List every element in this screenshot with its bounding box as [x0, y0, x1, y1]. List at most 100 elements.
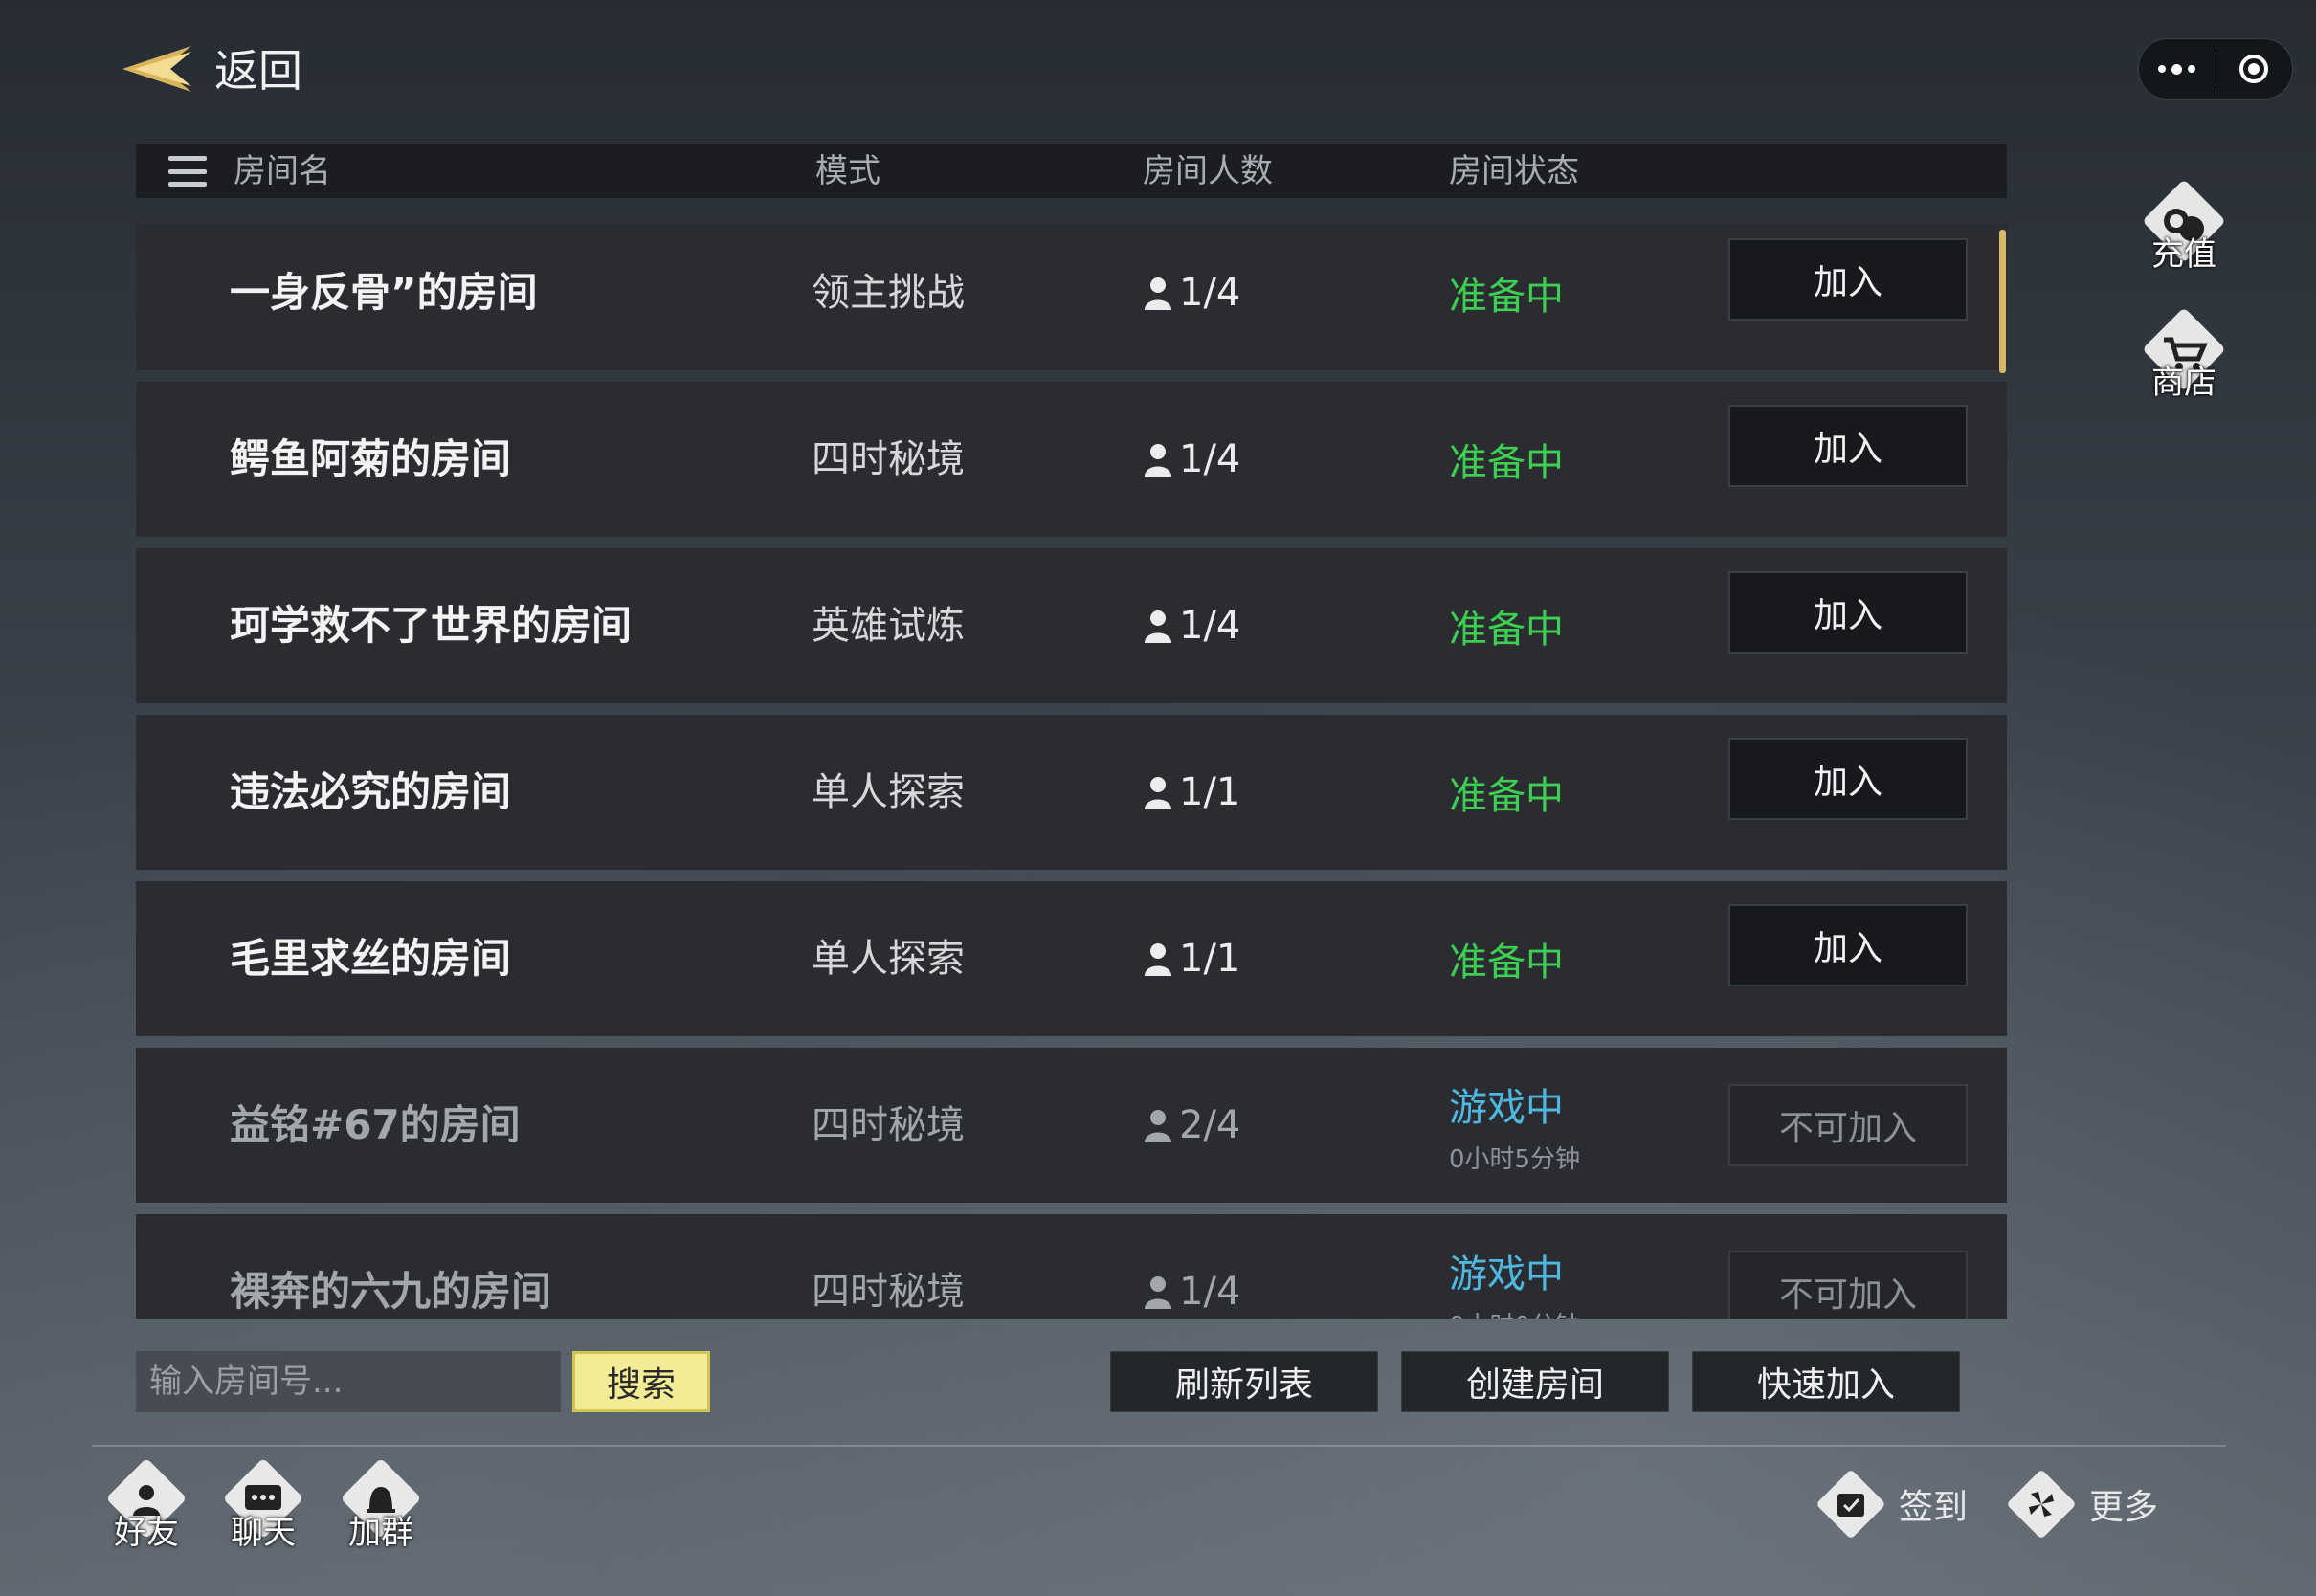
back-button[interactable]: 返回 [115, 36, 302, 100]
header-room-name: 房间名 [234, 152, 331, 190]
person-icon [1143, 775, 1173, 809]
join-button[interactable]: 加入 [1728, 405, 1968, 487]
pinwheel-icon [2016, 1479, 2066, 1529]
room-status: 准备中 [1449, 715, 1564, 870]
refresh-list-button[interactable]: 刷新列表 [1110, 1351, 1378, 1412]
shop-label: 商店 [2151, 364, 2216, 402]
header-mode: 模式 [815, 152, 880, 190]
player-count-value: 1/4 [1179, 437, 1241, 481]
friends-label: 好友 [114, 1514, 179, 1552]
join-button[interactable]: 加入 [1728, 238, 1968, 321]
back-label: 返回 [214, 45, 302, 97]
chat-button[interactable]: 聊天 [211, 1457, 316, 1553]
more-dots-icon [2158, 63, 2196, 75]
more-options-button[interactable] [2139, 39, 2216, 99]
unavailable-button[interactable]: 不可加入 [1728, 1084, 1968, 1166]
room-table-header: 房间名 模式 房间人数 房间状态 [136, 144, 2007, 198]
room-list[interactable]: 一身反骨”的房间 领主挑战 1/4 准备中 加入 鳄鱼阿菊的房间 四时秘境 1/4 准备中 加入珂… [136, 224, 2007, 1319]
status-text: 准备中 [1449, 441, 1564, 485]
room-row: 鳄鱼阿菊的房间 四时秘境 1/4 准备中 加入 [136, 382, 2007, 537]
create-room-button[interactable]: 创建房间 [1401, 1351, 1669, 1412]
elapsed-time: 0小时0分钟 [1449, 1306, 1580, 1319]
more-button[interactable]: 更多 [2006, 1469, 2159, 1540]
status-text: 准备中 [1449, 941, 1564, 985]
quick-join-button[interactable]: 快速加入 [1692, 1351, 1960, 1412]
room-player-count: 1/4 [1143, 382, 1240, 537]
join-button[interactable]: 加入 [1728, 571, 1968, 654]
menu-icon[interactable] [168, 156, 207, 187]
more-diamond [2006, 1469, 2077, 1540]
room-status: 准备中 [1449, 224, 1564, 370]
room-row: 珂学救不了世界的房间 英雄试炼 1/4 准备中 加入 [136, 548, 2007, 703]
room-player-count: 1/4 [1143, 1214, 1240, 1319]
person-icon [1143, 276, 1173, 310]
room-status: 准备中 [1449, 548, 1564, 703]
list-scrollbar[interactable] [1999, 230, 2006, 373]
room-name: 毛里求丝的房间 [230, 935, 512, 982]
room-mode: 四时秘境 [812, 437, 965, 481]
checkin-diamond [1815, 1469, 1886, 1540]
friends-button[interactable]: 好友 [94, 1457, 199, 1553]
room-row: 违法必究的房间 单人探索 1/1 准备中 加入 [136, 715, 2007, 870]
player-count-value: 1/4 [1179, 271, 1241, 315]
room-row: 毛里求丝的房间 单人探索 1/1 准备中 加入 [136, 881, 2007, 1036]
room-name: 裸奔的六九的房间 [230, 1268, 552, 1315]
checkin-label: 签到 [1899, 1488, 1969, 1527]
room-name: 违法必究的房间 [230, 768, 512, 815]
room-player-count: 2/4 [1143, 1048, 1240, 1203]
close-miniapp-button[interactable] [2216, 39, 2293, 99]
person-icon [1143, 942, 1173, 976]
elapsed-time: 0小时5分钟 [1449, 1144, 1581, 1174]
back-arrow-icon [122, 46, 191, 92]
room-status: 准备中 [1449, 382, 1564, 537]
join-group-button[interactable]: 加群 [328, 1457, 434, 1553]
recharge-label: 充值 [2151, 235, 2216, 274]
player-count-value: 2/4 [1179, 1103, 1241, 1147]
search-button[interactable]: 搜索 [572, 1351, 710, 1412]
room-row: 一身反骨”的房间 领主挑战 1/4 准备中 加入 [136, 224, 2007, 370]
player-count-value: 1/1 [1179, 937, 1241, 981]
room-row: 裸奔的六九的房间 四时秘境 1/4 游戏中 0小时0分钟 不可加入 [136, 1214, 2007, 1319]
player-count-value: 1/4 [1179, 604, 1241, 648]
chat-label: 聊天 [231, 1514, 296, 1552]
shop-button[interactable]: 商店 [2136, 307, 2232, 403]
person-icon [1143, 609, 1173, 643]
calendar-check-icon [1826, 1479, 1876, 1529]
header-status: 房间状态 [1449, 152, 1579, 190]
room-mode: 四时秘境 [812, 1270, 965, 1314]
person-icon [1143, 1108, 1173, 1142]
room-mode: 单人探索 [812, 770, 965, 814]
room-row: 益铭#67的房间 四时秘境 2/4 游戏中 0小时5分钟 不可加入 [136, 1048, 2007, 1203]
status-text: 准备中 [1449, 275, 1564, 319]
room-status: 游戏中 0小时0分钟 [1449, 1214, 1580, 1319]
room-name: 鳄鱼阿菊的房间 [230, 435, 512, 482]
status-text: 准备中 [1449, 774, 1564, 818]
room-number-input[interactable] [136, 1351, 561, 1412]
status-text: 游戏中 [1449, 1085, 1564, 1130]
room-status: 准备中 [1449, 881, 1564, 1036]
room-name: 一身反骨”的房间 [230, 269, 538, 316]
room-name: 益铭#67的房间 [230, 1101, 521, 1148]
room-player-count: 1/4 [1143, 224, 1240, 370]
status-text: 准备中 [1449, 608, 1564, 652]
room-mode: 英雄试炼 [812, 604, 965, 648]
bottom-divider [92, 1445, 2226, 1447]
room-player-count: 1/1 [1143, 715, 1240, 870]
miniapp-capsule [2138, 38, 2293, 100]
join-button[interactable]: 加入 [1728, 904, 1968, 986]
recharge-button[interactable]: 充值 [2136, 179, 2232, 275]
more-label: 更多 [2089, 1488, 2159, 1527]
player-count-value: 1/1 [1179, 770, 1241, 814]
checkin-button[interactable]: 签到 [1815, 1469, 1969, 1540]
person-icon [1143, 442, 1173, 477]
room-status: 游戏中 0小时5分钟 [1449, 1048, 1580, 1203]
room-mode: 领主挑战 [812, 271, 965, 315]
unavailable-button[interactable]: 不可加入 [1728, 1251, 1968, 1319]
header-count: 房间人数 [1143, 152, 1273, 190]
target-icon [2239, 55, 2269, 83]
status-text: 游戏中 [1449, 1252, 1564, 1297]
room-player-count: 1/1 [1143, 881, 1240, 1036]
room-mode: 单人探索 [812, 937, 965, 981]
join-button[interactable]: 加入 [1728, 738, 1968, 820]
room-name: 珂学救不了世界的房间 [230, 602, 633, 649]
